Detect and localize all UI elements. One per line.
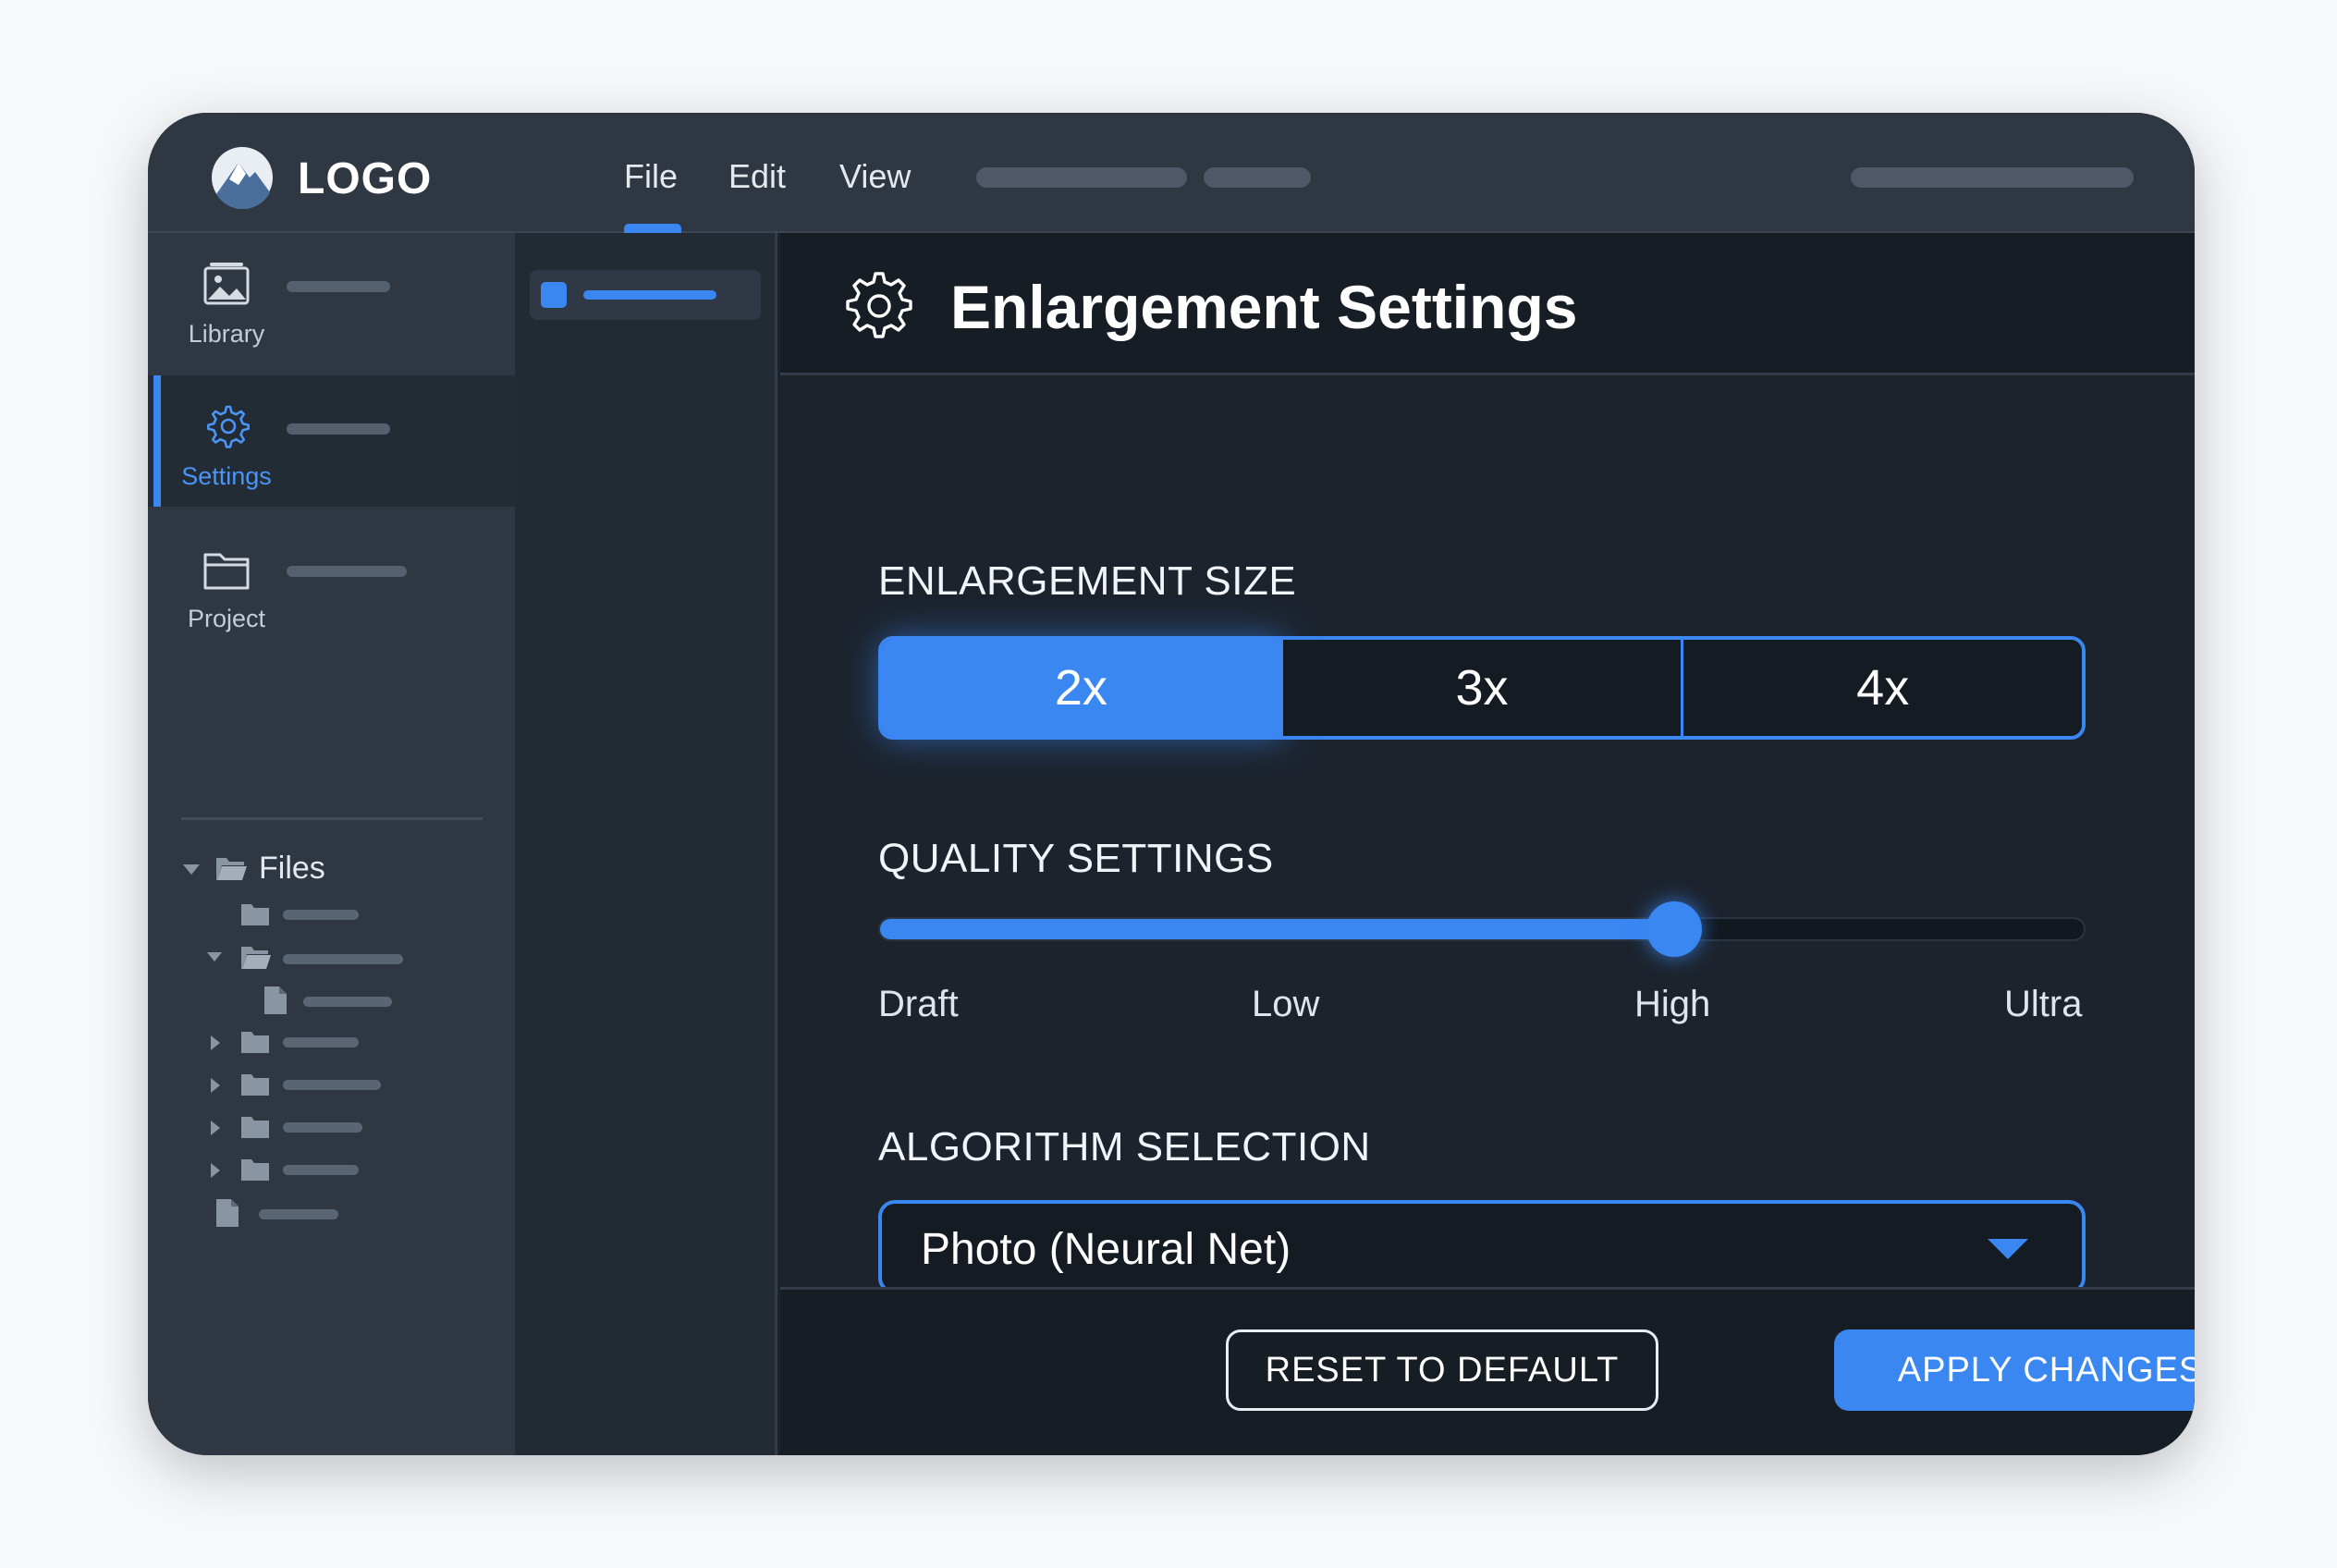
sidebar-item-label: Library <box>188 320 265 348</box>
enlargement-size-label: ENLARGEMENT SIZE <box>878 558 1297 604</box>
active-menu-indicator <box>624 224 681 233</box>
top-bar: LOGO File Edit View <box>148 113 2195 233</box>
sidebar-divider <box>181 817 483 820</box>
tree-item-placeholder <box>303 997 392 1007</box>
menu-placeholder <box>976 167 1187 188</box>
settings-panel: Enlargement Settings ENLARGEMENT SIZE 2x… <box>780 233 2195 1455</box>
dropdown-value: Photo (Neural Net) <box>921 1225 1291 1274</box>
folder-icon <box>241 904 269 925</box>
quality-stop-high: High <box>1634 984 1711 1024</box>
secondary-panel <box>515 233 777 1455</box>
chevron-down-icon <box>1988 1239 2028 1259</box>
folder-icon <box>241 1074 269 1096</box>
caret-right-icon <box>211 1163 220 1178</box>
search-placeholder <box>1851 167 2134 188</box>
caret-right-icon <box>211 1078 220 1093</box>
quality-stop-draft: Draft <box>878 984 959 1024</box>
folder-open-icon <box>241 947 271 969</box>
panel-footer: RESET TO DEFAULT APPLY CHANGES <box>780 1287 2195 1455</box>
size-option-2x[interactable]: 2x <box>882 640 1283 736</box>
folder-icon <box>203 553 250 590</box>
folder-open-icon <box>216 858 247 880</box>
file-icon <box>264 986 287 1014</box>
menu-edit[interactable]: Edit <box>728 157 786 196</box>
logo-text: LOGO <box>298 154 433 203</box>
sidebar-item-library[interactable]: Library <box>148 233 515 364</box>
tree-item-placeholder <box>259 1209 338 1219</box>
secondary-panel-item[interactable] <box>530 270 761 320</box>
algorithm-selection-label: ALGORITHM SELECTION <box>878 1124 1371 1170</box>
page-title: Enlargement Settings <box>950 273 1578 341</box>
menu-view[interactable]: View <box>839 157 911 196</box>
quality-settings-label: QUALITY SETTINGS <box>878 836 1274 881</box>
panel-header: Enlargement Settings <box>780 233 2195 375</box>
slider-thumb[interactable] <box>1646 901 1703 957</box>
image-icon <box>203 263 250 305</box>
tree-item-placeholder <box>283 910 359 920</box>
quality-stop-low: Low <box>1252 984 1320 1024</box>
caret-down-icon <box>207 952 222 962</box>
tree-root[interactable]: Files <box>181 851 459 888</box>
menu-placeholder <box>1204 167 1311 188</box>
tree-item-placeholder <box>283 1080 381 1090</box>
tree-root-label: Files <box>259 851 325 886</box>
enlargement-size-selector: 2x 3x 4x <box>878 636 2086 740</box>
gear-icon <box>207 405 250 448</box>
quality-stop-ultra: Ultra <box>2004 984 2083 1024</box>
slider-fill <box>880 919 1675 939</box>
apply-changes-button[interactable]: APPLY CHANGES <box>1834 1329 2195 1411</box>
tree-item-placeholder <box>283 1037 359 1047</box>
algorithm-dropdown[interactable]: Photo (Neural Net) <box>878 1200 2086 1294</box>
logo-icon <box>212 147 273 209</box>
item-placeholder <box>583 290 716 300</box>
caret-right-icon <box>211 1035 220 1050</box>
sidebar-item-label: Settings <box>181 462 272 490</box>
folder-icon <box>241 1117 269 1138</box>
sidebar: Library Settings Project Files <box>148 233 515 1455</box>
menu-file[interactable]: File <box>624 157 678 196</box>
sidebar-item-placeholder <box>287 566 407 577</box>
size-option-3x[interactable]: 3x <box>1282 640 1684 736</box>
item-marker <box>541 282 567 308</box>
size-option-4x[interactable]: 4x <box>1683 640 2083 736</box>
app-window: LOGO File Edit View Library Settings Pro… <box>148 113 2195 1455</box>
tree-item-placeholder <box>283 1122 362 1133</box>
caret-down-icon <box>183 864 200 875</box>
sidebar-item-project[interactable]: Project <box>148 518 515 649</box>
tree-item-placeholder <box>283 1165 359 1175</box>
reset-to-default-button[interactable]: RESET TO DEFAULT <box>1226 1329 1658 1411</box>
sidebar-item-label: Project <box>187 605 266 632</box>
caret-right-icon <box>211 1121 220 1135</box>
folder-icon <box>241 1159 269 1181</box>
sidebar-item-settings[interactable]: Settings <box>148 375 515 507</box>
gear-icon <box>846 272 912 338</box>
quality-slider[interactable] <box>878 901 2086 957</box>
tree-item-placeholder <box>283 954 403 964</box>
folder-icon <box>241 1032 269 1053</box>
file-icon <box>216 1199 239 1227</box>
sidebar-item-placeholder <box>287 281 390 292</box>
sidebar-item-placeholder <box>287 423 390 435</box>
